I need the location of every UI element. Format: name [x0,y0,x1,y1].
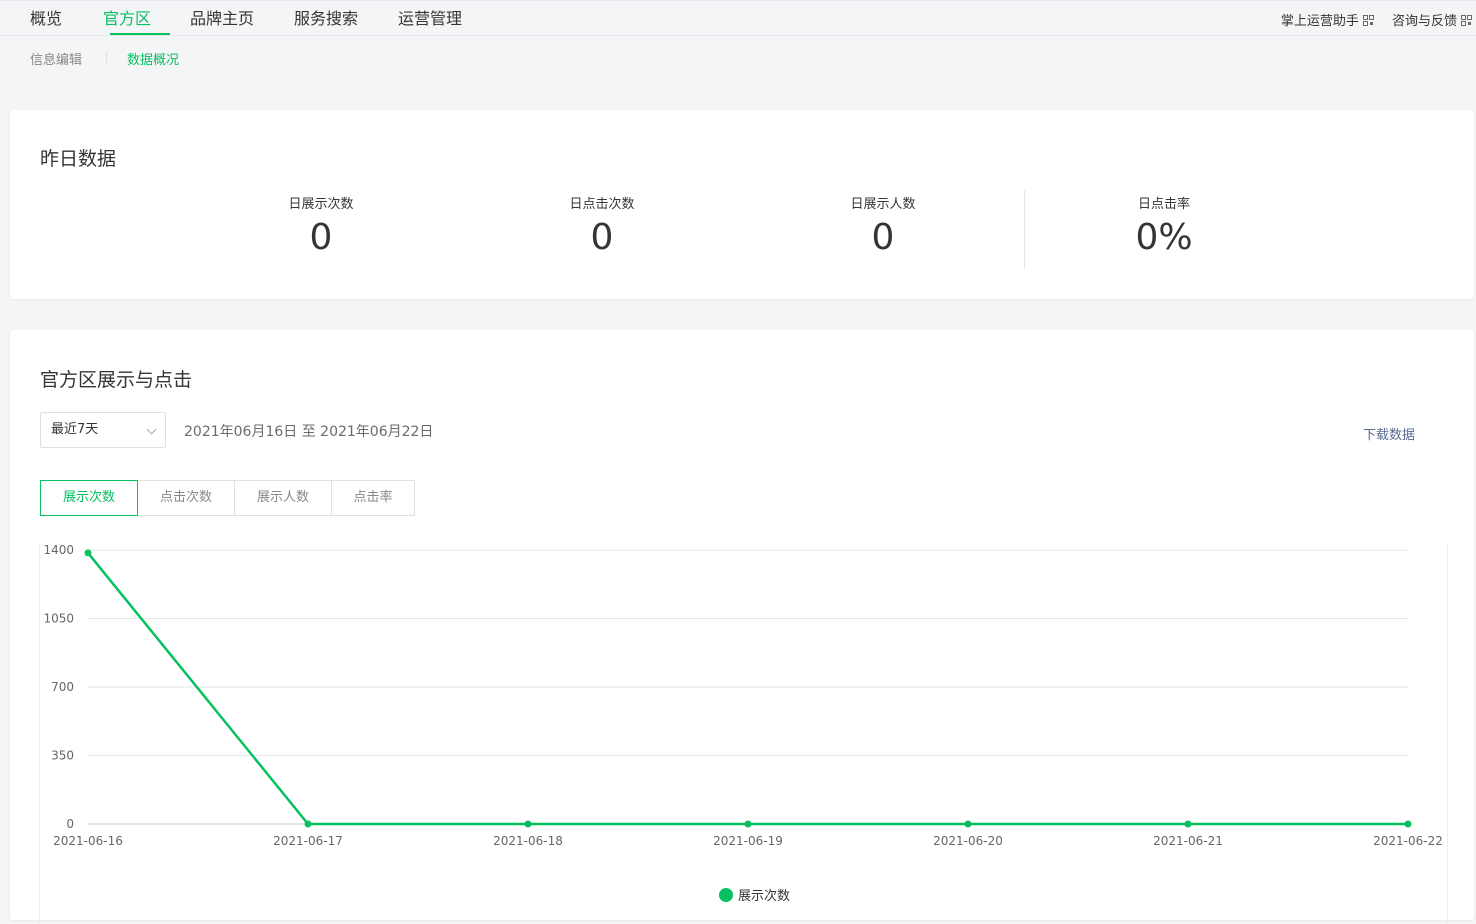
assistant-link-label: 掌上运营助手 [1280,14,1359,29]
y-tick-label: 1400 [43,544,74,557]
stat-label: 日展示人数 [850,197,916,212]
tab-service-search[interactable]: 服务搜索 [294,5,358,29]
top-navigation: 概览 官方区 品牌主页 服务搜索 运营管理 掌上运营助手 咨询与反馈 [0,0,1476,36]
x-tick-label: 2021-06-22 [1373,834,1443,848]
tab-brand-home[interactable]: 品牌主页 [190,5,254,29]
tab-official-area[interactable]: 官方区 [103,5,151,29]
stat-daily-impressions: 日展示次数 0 [241,193,401,258]
data-point [744,820,752,828]
stat-divider [1024,190,1025,269]
metric-tabs: 展示次数 点击次数 展示人数 点击率 [40,480,415,516]
feedback-link-label: 咨询与反馈 [1391,14,1457,29]
legend-marker [719,888,733,902]
yesterday-data-title: 昨日数据 [40,148,117,170]
data-point [84,549,92,557]
tab-overview[interactable]: 概览 [30,5,62,29]
stat-label: 日点击率 [1137,197,1190,212]
feedback-link[interactable]: 咨询与反馈 [1392,14,1472,29]
range-select[interactable]: 最近7天 [40,412,166,448]
metric-tab-viewers[interactable]: 展示人数 [234,480,332,516]
metric-tab-impressions[interactable]: 展示次数 [40,480,138,516]
stat-daily-viewers: 日展示人数 0 [803,193,963,258]
range-select-value: 最近7天 [51,422,99,437]
x-tick-label: 2021-06-19 [713,834,783,848]
stat-daily-ctr: 日点击率 0% [1084,193,1244,258]
y-tick-label: 1050 [43,612,74,626]
chevron-down-icon [146,424,157,435]
x-tick-label: 2021-06-17 [273,834,343,848]
y-tick-label: 700 [51,680,74,694]
tab-operations[interactable]: 运营管理 [398,5,462,29]
yesterday-data-card: 昨日数据 日展示次数 0 日点击次数 0 日展示人数 0 日点击率 0% [10,110,1474,299]
stat-label: 日点击次数 [569,197,635,212]
subnav-info-edit[interactable]: 信息编辑 [30,49,82,68]
y-tick-label: 350 [51,749,74,763]
trend-title: 官方区展示与点击 [40,369,193,391]
x-tick-label: 2021-06-18 [493,834,563,848]
assistant-link[interactable]: 掌上运营助手 [1281,14,1374,29]
active-tab-indicator [110,33,170,35]
data-point [304,820,312,828]
stat-value: 0% [1135,217,1193,258]
top-links: 掌上运营助手 咨询与反馈 [1267,10,1472,29]
line-chart: 0 350 700 1050 1400 2021-06-16 2021-06-17 2021-… [43,543,1443,904]
data-point [524,820,532,828]
data-point [1404,820,1412,828]
stat-value: 0 [590,217,614,258]
x-tick-label: 2021-06-20 [933,834,1003,848]
data-point [964,820,972,828]
chart-area: 0 350 700 1050 1400 2021-06-16 2021-06-17 2021-… [39,543,1448,924]
trend-card: 官方区展示与点击 最近7天 2021年06月16日 至 2021年06月22日 … [10,330,1474,924]
subnav-data-overview[interactable]: 数据概况 [127,49,179,68]
metric-tab-clicks[interactable]: 点击次数 [137,480,235,516]
y-tick-label: 0 [66,817,74,831]
metric-tab-ctr[interactable]: 点击率 [331,480,415,516]
qrcode-icon [1461,15,1472,26]
stat-value: 0 [309,217,333,258]
download-data-link[interactable]: 下载数据 [1363,424,1415,443]
x-tick-label: 2021-06-21 [1153,834,1223,848]
stat-daily-clicks: 日点击次数 0 [522,193,682,258]
stat-value: 0 [871,217,895,258]
qrcode-icon [1362,15,1374,26]
data-point [1184,820,1192,828]
date-range-text: 2021年06月16日 至 2021年06月22日 [184,424,434,440]
legend-label: 展示次数 [738,888,790,904]
x-tick-label: 2021-06-16 [53,834,123,848]
series-line [87,552,1408,826]
stat-label: 日展示次数 [288,197,354,212]
subnav-divider [106,52,107,64]
